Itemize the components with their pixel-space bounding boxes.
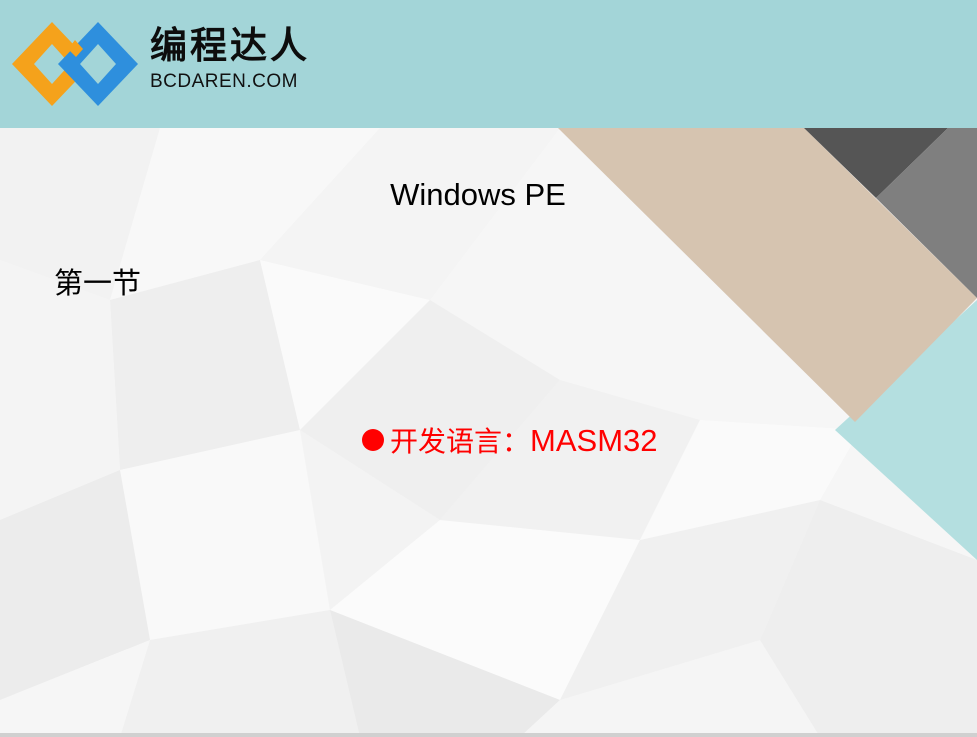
filled-circle-bullet-icon [362,428,384,451]
logo-domain: BCDAREN.COM [150,71,299,92]
slide-title: Windows PE [390,177,566,212]
bullet-item: 开发语言：MASM32 [362,421,658,462]
bullet-label: 开发语言： [390,425,531,458]
header-band: 编程达人 BCDAREN.COM [0,0,977,128]
slide: 编程达人 BCDAREN.COM Windows PE 第一节 开发语言：MAS… [0,0,977,737]
bottom-divider [0,733,977,737]
logo-name: 编程达人 [150,24,310,67]
bullet-value: MASM32 [530,423,658,458]
section-label: 第一节 [54,266,142,300]
interlocking-diamonds-logo-icon [12,22,138,106]
